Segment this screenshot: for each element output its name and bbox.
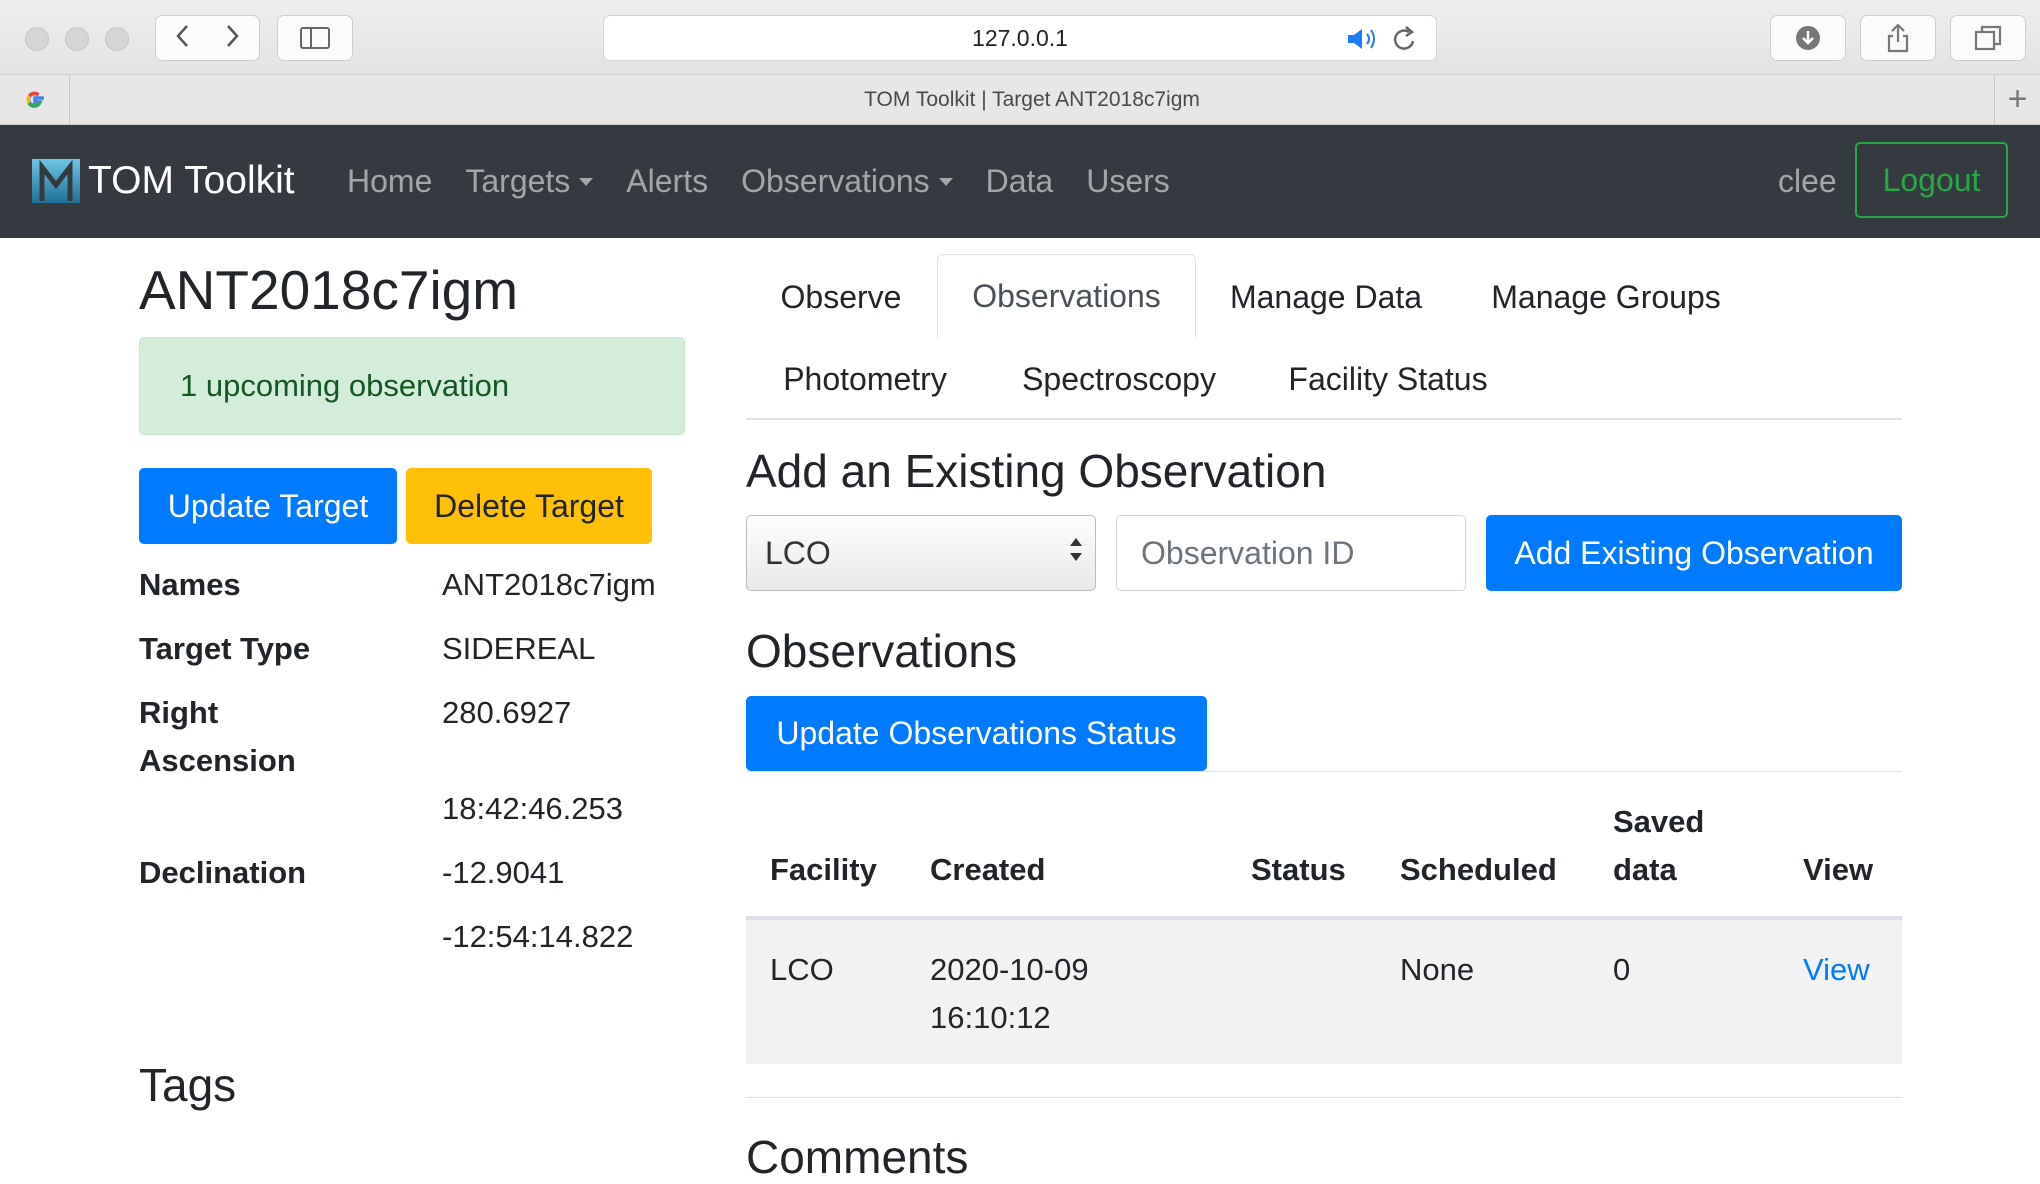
logout-button[interactable]: Logout — [1855, 142, 2008, 218]
target-type-label: Target Type — [139, 631, 311, 666]
share-icon — [1887, 23, 1909, 53]
delete-target-button[interactable]: Delete Target — [406, 468, 652, 544]
forward-icon[interactable] — [226, 24, 240, 53]
col-facility: Facility — [770, 852, 877, 887]
declination-value: -12.9041 — [442, 855, 565, 890]
target-type-value: SIDEREAL — [442, 631, 596, 666]
tabs-divider — [746, 418, 1902, 420]
upcoming-observation-alert: 1 upcoming observation — [139, 337, 685, 435]
row-facility: LCO — [770, 952, 834, 987]
declination-label: Declination — [139, 855, 307, 890]
ra-value: 280.6927 — [442, 695, 572, 730]
row-created-date: 2020-10-09 — [930, 952, 1089, 987]
zoom-window-button[interactable] — [105, 27, 129, 51]
col-created: Created — [930, 852, 1046, 887]
new-tab-button[interactable]: + — [1994, 75, 2040, 124]
tab-bar: TOM Toolkit | Target ANT2018c7igm + — [0, 75, 2040, 125]
tabs-icon — [1974, 25, 2002, 51]
facility-select-value: LCO — [765, 534, 831, 571]
row-created-time: 16:10:12 — [930, 1000, 1051, 1035]
observations-divider — [746, 771, 1902, 772]
comments-divider — [746, 1097, 1902, 1098]
tab-spectroscopy[interactable]: Spectroscopy — [985, 338, 1253, 420]
nav-observations-label: Observations — [741, 163, 930, 199]
col-status: Status — [1251, 852, 1346, 887]
add-existing-observation-button[interactable]: Add Existing Observation — [1486, 515, 1902, 591]
ra-label-line2: Ascension — [139, 743, 296, 778]
row-created: 2020-10-09 16:10:12 — [930, 946, 1089, 1042]
row-view-link[interactable]: View — [1803, 946, 1870, 994]
update-observations-status-button[interactable]: Update Observations Status — [746, 696, 1207, 771]
row-scheduled: None — [1400, 952, 1475, 987]
sidebar-toggle-button[interactable] — [277, 15, 353, 61]
downloads-button[interactable] — [1770, 15, 1846, 61]
current-user[interactable]: clee — [1778, 163, 1837, 200]
tab-photometry[interactable]: Photometry — [746, 338, 984, 420]
target-name-heading: ANT2018c7igm — [139, 259, 519, 321]
update-target-button[interactable]: Update Target — [139, 468, 397, 544]
favicon-tab[interactable] — [0, 75, 70, 124]
minimize-window-button[interactable] — [65, 27, 89, 51]
nav-alerts[interactable]: Alerts — [626, 163, 708, 200]
caret-down-icon — [938, 177, 953, 186]
speaker-icon[interactable] — [1346, 26, 1380, 52]
comments-heading: Comments — [746, 1131, 969, 1183]
tabs-overview-button[interactable] — [1950, 15, 2026, 61]
row-saved-data: 0 — [1613, 952, 1631, 987]
ra-label-line1: Right — [139, 695, 219, 730]
ra-sexagesimal: 18:42:46.253 — [442, 791, 624, 826]
sidebar-icon — [300, 27, 330, 49]
nav-observations-dropdown[interactable]: Observations — [741, 163, 953, 200]
col-saved-data-line1: Saved — [1613, 804, 1705, 839]
col-saved-data: Saved data — [1613, 798, 1704, 894]
observation-id-input[interactable]: Observation ID — [1116, 515, 1466, 591]
tom-logo-icon — [32, 159, 80, 203]
tab-observations[interactable]: Observations — [937, 254, 1196, 338]
url-text: 127.0.0.1 — [972, 24, 1068, 51]
tab-manage-groups[interactable]: Manage Groups — [1456, 256, 1756, 338]
share-button[interactable] — [1860, 15, 1936, 61]
caret-down-icon — [579, 177, 594, 186]
nav-targets-label: Targets — [465, 163, 571, 199]
names-value: ANT2018c7igm — [442, 567, 656, 602]
declination-sexagesimal: -12:54:14.822 — [442, 919, 634, 954]
tab-observe[interactable]: Observe — [746, 256, 936, 338]
close-window-button[interactable] — [25, 27, 49, 51]
nav-home[interactable]: Home — [347, 163, 432, 200]
site-navbar: TOM Toolkit Home Targets Alerts Observat… — [0, 125, 2040, 238]
observations-heading: Observations — [746, 625, 1018, 677]
ra-label: Right Ascension — [139, 689, 296, 785]
tab-facility-status[interactable]: Facility Status — [1254, 338, 1522, 420]
col-saved-data-line2: data — [1613, 852, 1677, 887]
facility-select[interactable]: LCO — [746, 515, 1096, 591]
tags-heading: Tags — [139, 1059, 237, 1111]
nav-users[interactable]: Users — [1086, 163, 1170, 200]
brand-link[interactable]: TOM Toolkit — [32, 157, 295, 205]
col-scheduled: Scheduled — [1400, 852, 1557, 887]
back-icon[interactable] — [175, 24, 189, 53]
nav-data[interactable]: Data — [986, 163, 1054, 200]
tab-manage-data[interactable]: Manage Data — [1197, 256, 1455, 338]
brand-name: TOM Toolkit — [88, 159, 295, 202]
download-icon — [1796, 26, 1820, 50]
back-forward-buttons — [155, 15, 260, 61]
browser-toolbar: 127.0.0.1 — [0, 0, 2040, 75]
nav-targets-dropdown[interactable]: Targets — [465, 163, 594, 200]
google-icon — [25, 91, 44, 108]
select-arrows-icon — [1069, 536, 1083, 563]
names-label: Names — [139, 567, 241, 602]
nav-links: Home Targets Alerts Observations Data Us… — [347, 163, 1203, 200]
active-tab-title[interactable]: TOM Toolkit | Target ANT2018c7igm — [70, 75, 1994, 124]
add-existing-observation-heading: Add an Existing Observation — [746, 445, 1327, 497]
reload-icon[interactable] — [1392, 25, 1418, 53]
col-view: View — [1803, 852, 1874, 887]
table-row — [746, 920, 1902, 1064]
address-bar[interactable]: 127.0.0.1 — [603, 15, 1437, 61]
